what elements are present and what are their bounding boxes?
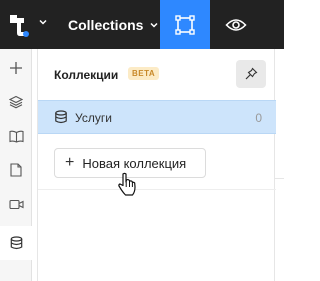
app-logo-icon[interactable] [6,12,32,38]
left-rail [0,49,32,281]
canvas-edge [275,178,284,179]
plus-icon: + [65,154,75,171]
collections-panel: Коллекции BETA Услуги 0 + Новая коллекци… [37,49,276,281]
beta-badge: BETA [128,67,160,80]
collection-item[interactable]: Услуги 0 [38,100,276,134]
database-icon [55,110,67,124]
rail-item-add[interactable] [0,51,32,85]
chevron-down-icon [150,22,158,28]
chevron-down-icon[interactable] [38,17,48,27]
collections-label: Collections [68,16,144,33]
panel-header: Коллекции BETA [38,49,274,99]
rail-item-layers[interactable] [0,85,32,119]
page-icon [10,163,22,177]
top-bar: Collections [0,0,284,49]
frame-select-icon [175,14,195,35]
pin-icon [245,67,258,80]
panel-title: Коллекции [54,68,119,82]
hand-cursor-icon [118,172,136,196]
video-icon [8,199,24,209]
database-icon [10,236,22,250]
collection-name: Услуги [75,111,112,125]
rail-item-media[interactable] [0,187,32,221]
rail-item-collections[interactable] [0,226,32,260]
rail-item-pages[interactable] [0,153,32,187]
rail-item-library[interactable] [0,119,32,153]
book-icon [8,130,24,143]
frame-tool-button[interactable] [160,0,210,49]
new-collection-label: Новая коллекция [82,155,187,171]
collections-menu-button[interactable]: Collections [60,0,167,49]
panel-divider [38,189,276,190]
plus-icon [10,62,22,74]
preview-button[interactable] [216,0,256,49]
collection-count: 0 [255,111,262,125]
layers-icon [9,95,23,109]
eye-icon [225,18,247,31]
pin-panel-button[interactable] [236,60,266,88]
